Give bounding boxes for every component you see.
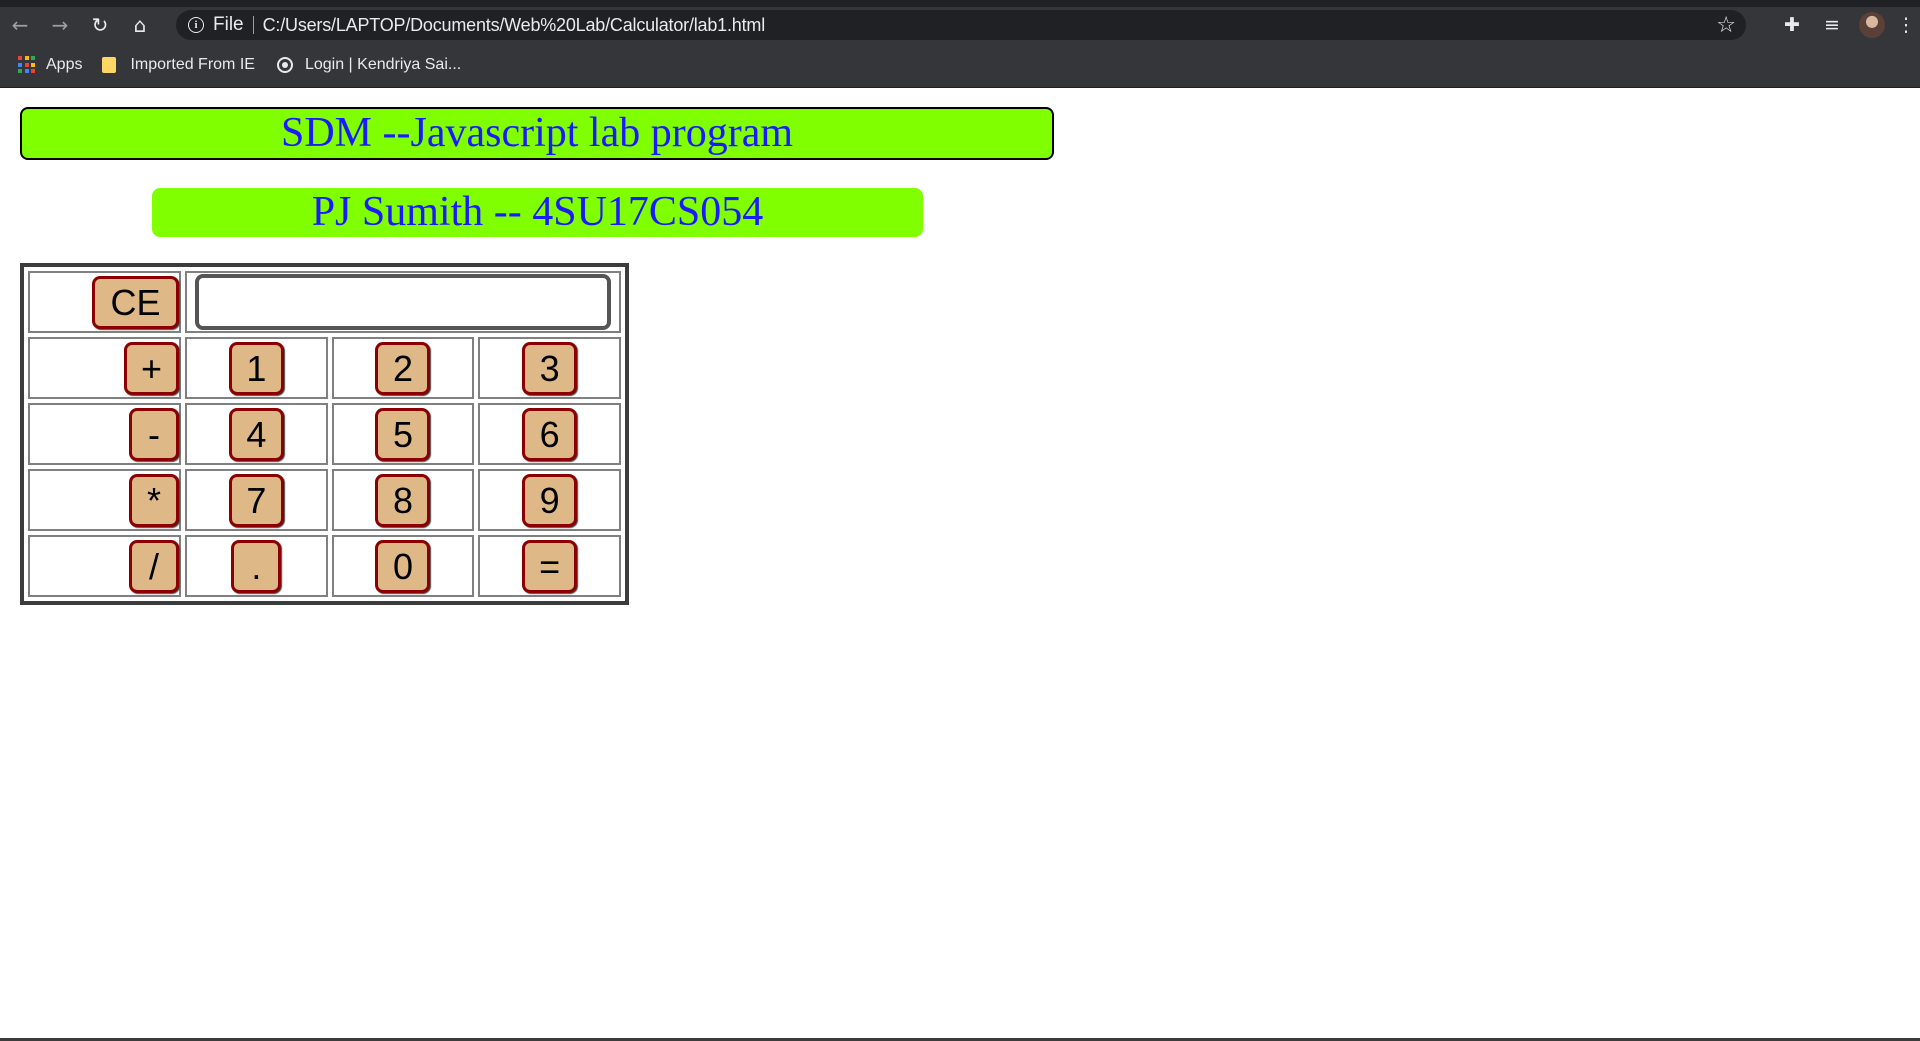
clear-button[interactable]: CE (92, 275, 179, 329)
apps-grid-dot (31, 62, 36, 67)
forward-arrow-icon: → (51, 13, 69, 37)
table-cell: 1 (185, 337, 328, 399)
reload-icon: ↻ (91, 13, 109, 37)
bookmark-label: Login | Kendriya Sai... (304, 56, 462, 73)
equals-button[interactable]: = (522, 539, 578, 593)
reload-button[interactable]: ↻ (80, 7, 120, 43)
digit-4-button[interactable]: 4 (228, 407, 284, 461)
apps-grid-dot (18, 62, 22, 67)
table-cell: + (28, 337, 181, 399)
address-separator (252, 16, 254, 34)
calculator-table: CE + 1 2 3 - 4 5 6 * 7 8 9 / . 0 = (20, 263, 629, 605)
reading-list-icon[interactable]: ≡ (1812, 14, 1852, 36)
url-text[interactable]: C:/Users/LAPTOP/Documents/Web%20Lab/Calc… (263, 15, 766, 36)
multiply-button[interactable]: * (129, 473, 179, 527)
extensions-icon[interactable]: ✚ (1772, 14, 1812, 36)
bookmark-label: Apps (46, 56, 83, 73)
apps-grid-icon (18, 56, 36, 74)
apps-grid-dot (31, 69, 36, 74)
back-button[interactable]: ← (0, 7, 40, 43)
table-cell: 8 (331, 469, 475, 531)
page-title: SDM --Javascript lab program (20, 107, 1054, 160)
table-cell: 2 (331, 337, 475, 399)
profile-avatar[interactable] (1859, 12, 1885, 38)
forward-button[interactable]: → (40, 7, 80, 43)
digit-7-button[interactable]: 7 (228, 473, 284, 527)
globe-icon (276, 57, 293, 73)
calculator-row: + 1 2 3 (28, 337, 621, 399)
divide-button[interactable]: / (129, 539, 179, 593)
bookmark-star-icon[interactable]: ☆ (1716, 13, 1736, 38)
home-button[interactable]: ⌂ (120, 7, 160, 43)
digit-9-button[interactable]: 9 (522, 473, 578, 527)
apps-grid-dot (31, 56, 36, 60)
table-cell: . (185, 535, 328, 597)
table-cell: = (478, 535, 621, 597)
bookmark-apps[interactable]: Apps (18, 56, 82, 74)
table-cell: / (28, 535, 181, 597)
bookmark-label: Imported From IE (130, 56, 255, 73)
decimal-point-button[interactable]: . (231, 539, 282, 593)
calculator-row: - 4 5 6 (28, 403, 621, 465)
table-cell: * (28, 469, 181, 531)
scheme-label: File (213, 14, 244, 35)
digit-1-button[interactable]: 1 (228, 341, 284, 395)
toolbar-right-icons: ✚ ≡ ⋮ (1772, 7, 1920, 43)
table-cell: 4 (185, 403, 328, 465)
digit-0-button[interactable]: 0 (375, 539, 431, 593)
table-cell: 6 (478, 403, 621, 465)
bookmarks-bar: Apps Imported From IE Login | Kendriya S… (0, 43, 1920, 88)
apps-grid-dot (24, 69, 29, 74)
back-arrow-icon: ← (11, 13, 29, 37)
apps-grid-dot (24, 56, 29, 60)
table-cell: - (28, 403, 181, 465)
calculator-display[interactable] (195, 274, 611, 330)
folder-icon (102, 57, 117, 73)
apps-grid-dot (18, 56, 22, 60)
digit-8-button[interactable]: 8 (375, 473, 431, 527)
table-cell: 0 (331, 535, 475, 597)
digit-3-button[interactable]: 3 (522, 341, 578, 395)
table-cell: 7 (185, 469, 328, 531)
calculator-row: * 7 8 9 (28, 469, 621, 531)
subtract-button[interactable]: - (129, 407, 179, 461)
digit-2-button[interactable]: 2 (375, 341, 431, 395)
digit-6-button[interactable]: 6 (522, 407, 578, 461)
bookmark-imported-from-ie[interactable]: Imported From IE (102, 56, 255, 74)
table-cell (185, 271, 621, 333)
address-bar[interactable]: i File C:/Users/LAPTOP/Documents/Web%20L… (176, 10, 1746, 40)
browser-toolbar: ← → ↻ ⌂ i File C:/Users/LAPTOP/Documents… (0, 7, 1920, 43)
table-cell: 9 (478, 469, 621, 531)
calculator-row: / . 0 = (28, 535, 621, 597)
home-icon: ⌂ (133, 13, 147, 37)
menu-kebab-icon[interactable]: ⋮ (1892, 14, 1920, 36)
site-info-icon[interactable]: i (188, 17, 204, 33)
apps-grid-dot (24, 62, 29, 67)
page-subtitle: PJ Sumith -- 4SU17CS054 (152, 188, 923, 237)
apps-grid-dot (18, 69, 22, 74)
bookmark-login-kendriya[interactable]: Login | Kendriya Sai... (276, 56, 462, 74)
table-cell: CE (28, 271, 181, 333)
calculator-display-row: CE (28, 271, 621, 333)
table-cell: 5 (331, 403, 475, 465)
window-top-strip (0, 0, 1920, 7)
add-button[interactable]: + (124, 341, 179, 395)
digit-5-button[interactable]: 5 (375, 407, 431, 461)
table-cell: 3 (478, 337, 621, 399)
